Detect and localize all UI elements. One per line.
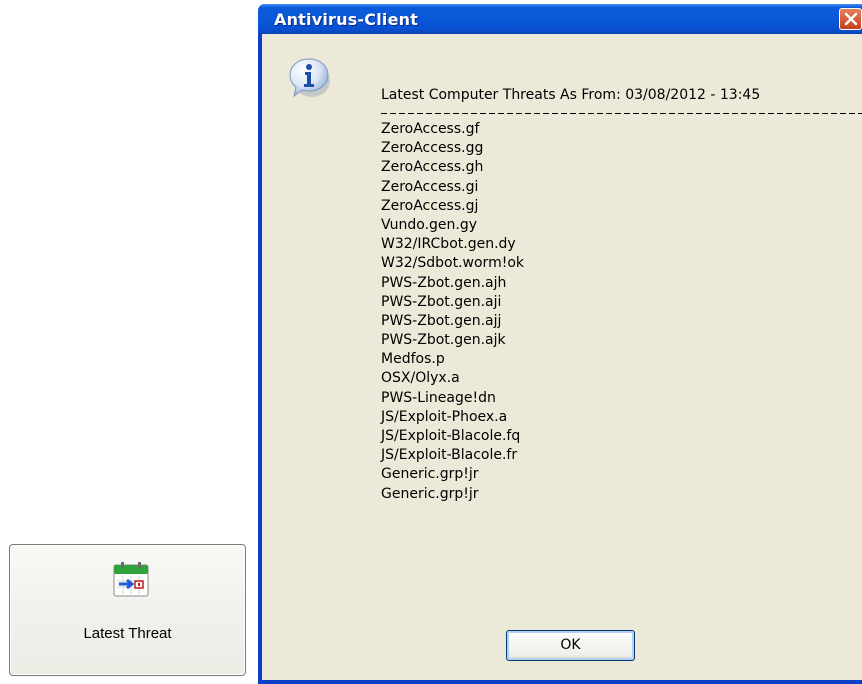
threat-item: PWS-Zbot.gen.aji bbox=[381, 293, 502, 310]
threat-item: Generic.grp!jr bbox=[381, 485, 479, 502]
threat-item: JS/Exploit-Blacole.fr bbox=[381, 447, 518, 464]
title-bar[interactable]: Antivirus-Client bbox=[258, 4, 862, 34]
latest-threat-label: Latest Threat bbox=[83, 625, 172, 642]
threat-item: ZeroAccess.gh bbox=[381, 159, 484, 176]
threat-item: PWS-Zbot.gen.ajk bbox=[381, 332, 506, 349]
threat-item: Medfos.p bbox=[381, 351, 445, 368]
threat-item: W32/Sdbot.worm!ok bbox=[381, 255, 524, 272]
threat-item: ZeroAccess.gg bbox=[381, 140, 484, 157]
threat-item: ZeroAccess.gf bbox=[381, 121, 480, 137]
info-icon bbox=[288, 56, 332, 100]
threat-item: OSX/Olyx.a bbox=[381, 370, 460, 387]
threat-item: JS/Exploit-Blacole.fq bbox=[381, 428, 521, 444]
message-area: Latest Computer Threats As From: 03/08/2… bbox=[381, 84, 862, 504]
threat-item: ZeroAccess.gi bbox=[381, 178, 479, 195]
antivirus-dialog: Antivirus-Client Latest Computer Threats… bbox=[258, 4, 862, 684]
window-title: Antivirus-Client bbox=[274, 10, 419, 29]
threat-item: PWS-Zbot.gen.ajh bbox=[381, 274, 507, 291]
threat-list: ZeroAccess.gf ZeroAccess.gg ZeroAccess.g… bbox=[381, 120, 862, 504]
threat-item: PWS-Lineage!dn bbox=[381, 389, 496, 406]
threats-header: Latest Computer Threats As From: 03/08/2… bbox=[381, 87, 761, 103]
threat-item: ZeroAccess.gj bbox=[381, 197, 479, 214]
threat-item: PWS-Zbot.gen.ajj bbox=[381, 312, 502, 329]
threat-item: Vundo.gen.gy bbox=[381, 216, 478, 233]
calendar-arrow-icon bbox=[111, 559, 151, 599]
threat-item: W32/IRCbot.gen.dy bbox=[381, 236, 516, 253]
close-icon bbox=[844, 12, 858, 26]
dashed-separator bbox=[381, 111, 862, 120]
threat-item: JS/Exploit-Phoex.a bbox=[381, 408, 508, 425]
ok-button[interactable]: OK bbox=[506, 630, 635, 661]
close-button[interactable] bbox=[839, 8, 862, 30]
latest-threat-button[interactable]: Latest Threat bbox=[9, 544, 246, 676]
threat-item: Generic.grp!jr bbox=[381, 466, 479, 483]
